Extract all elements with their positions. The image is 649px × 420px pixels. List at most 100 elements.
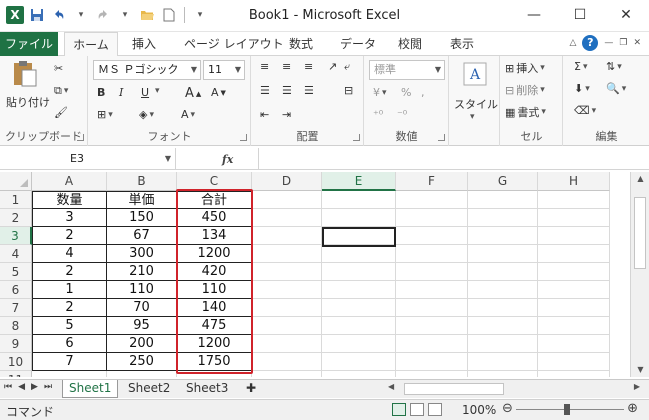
cell[interactable] xyxy=(322,371,396,377)
cell[interactable]: 110 xyxy=(107,281,177,299)
fill-icon[interactable]: ⬇ ▾ xyxy=(574,82,590,95)
cell[interactable] xyxy=(396,191,468,209)
middle-align-icon[interactable]: ≡ xyxy=(282,60,291,73)
cell[interactable] xyxy=(322,263,396,281)
cell[interactable] xyxy=(396,209,468,227)
font-size-combo[interactable]: 11 ▼ xyxy=(203,60,245,80)
style-button[interactable]: スタイル xyxy=(454,96,498,112)
increase-decimal-icon[interactable]: ⁺⁰ xyxy=(373,108,383,121)
cell[interactable] xyxy=(538,353,610,371)
style-icon[interactable]: A xyxy=(463,62,487,86)
row-header-8[interactable]: 8 xyxy=(0,317,32,335)
cell[interactable] xyxy=(252,335,322,353)
formula-input[interactable] xyxy=(258,148,649,170)
style-dropdown-icon[interactable]: ▾ xyxy=(470,112,475,122)
alignment-launcher-icon[interactable] xyxy=(353,134,360,141)
new-document-icon[interactable] xyxy=(160,6,178,24)
row-header-3[interactable]: 3 xyxy=(0,227,32,245)
first-sheet-icon[interactable]: ⏮ xyxy=(4,382,12,392)
shrink-font-icon[interactable]: A ▼ xyxy=(211,86,226,99)
tab-review[interactable]: 校閲 xyxy=(398,32,422,56)
row-header-1[interactable]: 1 xyxy=(0,191,32,209)
page-break-view-icon[interactable] xyxy=(428,403,442,416)
cell[interactable] xyxy=(538,317,610,335)
wrap-text-icon[interactable]: ⤶ xyxy=(344,60,350,74)
cell[interactable] xyxy=(538,335,610,353)
cell[interactable] xyxy=(468,191,538,209)
sort-filter-icon[interactable]: ⇅ ▾ xyxy=(606,60,622,73)
zoom-level[interactable]: 100% xyxy=(462,403,496,417)
doc-minimize-icon[interactable]: — xyxy=(604,38,613,48)
last-sheet-icon[interactable]: ⏭ xyxy=(44,382,52,392)
excel-logo-icon[interactable]: X xyxy=(6,6,24,24)
cell[interactable] xyxy=(396,263,468,281)
underline-button[interactable]: U xyxy=(141,86,149,99)
cell[interactable]: 2 xyxy=(32,227,107,245)
cell[interactable]: 2 xyxy=(32,299,107,317)
align-center-icon[interactable]: ☰ xyxy=(282,84,292,97)
cell[interactable]: 250 xyxy=(107,353,177,371)
cell[interactable]: 200 xyxy=(107,335,177,353)
format-cells-button[interactable]: ▦ 書式 ▾ xyxy=(505,104,546,120)
percent-icon[interactable]: % xyxy=(401,86,411,99)
cell[interactable] xyxy=(322,299,396,317)
vertical-scrollbar[interactable]: ▲ ▼ xyxy=(630,172,649,377)
column-header-f[interactable]: F xyxy=(396,172,468,191)
row-header-7[interactable]: 7 xyxy=(0,299,32,317)
borders-icon[interactable]: ⊞ ▾ xyxy=(97,108,113,121)
align-left-icon[interactable]: ☰ xyxy=(260,84,270,97)
paste-button[interactable]: 貼り付け xyxy=(6,94,50,110)
horizontal-scroll-thumb[interactable] xyxy=(404,383,504,395)
number-launcher-icon[interactable] xyxy=(438,134,445,141)
cell[interactable] xyxy=(252,209,322,227)
sheet-tab-3[interactable]: Sheet3 xyxy=(180,380,234,398)
cell[interactable] xyxy=(322,191,396,209)
cell[interactable]: 1 xyxy=(32,281,107,299)
column-header-h[interactable]: H xyxy=(538,172,610,191)
cell[interactable] xyxy=(396,317,468,335)
cell[interactable] xyxy=(538,281,610,299)
cell[interactable] xyxy=(538,299,610,317)
cell[interactable] xyxy=(252,245,322,263)
cell[interactable]: 7 xyxy=(32,353,107,371)
bold-button[interactable]: B xyxy=(97,86,105,99)
close-button[interactable]: ✕ xyxy=(603,0,649,30)
align-right-icon[interactable]: ☰ xyxy=(304,84,314,97)
cell[interactable] xyxy=(396,281,468,299)
cell[interactable] xyxy=(468,245,538,263)
cell[interactable] xyxy=(538,209,610,227)
cell[interactable]: 5 xyxy=(32,317,107,335)
cell[interactable] xyxy=(538,191,610,209)
worksheet-grid[interactable]: ABCDEFGH 1234567891011 数量単価合計31504502671… xyxy=(0,172,629,377)
row-header-6[interactable]: 6 xyxy=(0,281,32,299)
zoom-slider[interactable]: ⊖ ⊕ xyxy=(500,401,640,417)
scroll-right-icon[interactable]: ▶ xyxy=(634,382,640,391)
zoom-knob[interactable] xyxy=(564,404,570,415)
cell[interactable] xyxy=(322,209,396,227)
cell[interactable]: 単価 xyxy=(107,191,177,209)
orientation-icon[interactable]: ↗ xyxy=(328,60,337,73)
autosum-icon[interactable]: Σ ▾ xyxy=(574,60,587,73)
row-header-5[interactable]: 5 xyxy=(0,263,32,281)
undo-dropdown-icon[interactable]: ▾ xyxy=(72,6,90,24)
cell[interactable] xyxy=(252,281,322,299)
scroll-down-icon[interactable]: ▼ xyxy=(631,363,649,377)
normal-view-icon[interactable] xyxy=(392,403,406,416)
cell[interactable] xyxy=(252,317,322,335)
cell[interactable]: 4 xyxy=(32,245,107,263)
cell[interactable] xyxy=(538,227,610,245)
grow-font-icon[interactable]: A ▲ xyxy=(185,86,201,101)
row-header-10[interactable]: 10 xyxy=(0,353,32,371)
scroll-up-icon[interactable]: ▲ xyxy=(631,172,649,186)
cell[interactable] xyxy=(468,281,538,299)
format-painter-icon[interactable]: 🖌 xyxy=(54,106,68,119)
name-box[interactable]: E3 ▼ xyxy=(0,148,176,170)
customize-qat-icon[interactable]: ▾ xyxy=(191,6,209,24)
currency-icon[interactable]: ¥ ▾ xyxy=(373,86,387,99)
bottom-align-icon[interactable]: ≡ xyxy=(304,60,313,73)
sheet-tab-1[interactable]: Sheet1 xyxy=(62,380,119,398)
row-header-11[interactable]: 11 xyxy=(0,371,32,377)
redo-icon[interactable] xyxy=(94,6,112,24)
fill-color-icon[interactable]: ◈ ▾ xyxy=(139,108,154,121)
italic-button[interactable]: I xyxy=(119,86,123,99)
